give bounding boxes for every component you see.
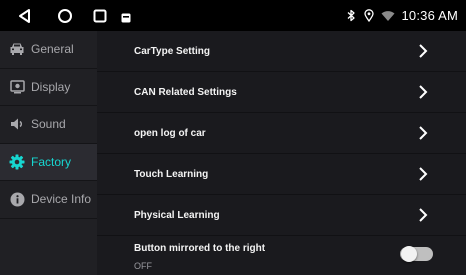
row-label: CarType Setting [134,45,210,57]
touch-learning-row[interactable]: Touch Learning [97,154,466,195]
chevron-right-icon [419,85,428,99]
sidebar-item-sound[interactable]: Sound [0,106,97,144]
sidebar-item-device-info[interactable]: Device Info [0,181,97,219]
status-icons: 10:36 AM [345,0,458,31]
sidebar-item-factory[interactable]: Factory [0,143,97,181]
toggle-knob[interactable] [401,246,417,262]
gear-icon [9,154,25,170]
status-bar: 10:36 AM [0,0,466,31]
sidebar-item-label: Device Info [31,192,92,207]
row-label: Physical Learning [134,209,220,221]
sidebar-item-general[interactable]: General [0,31,97,69]
settings-list: CarType Setting CAN Related Settings ope… [97,31,466,275]
sidebar-item-label: Factory [31,154,72,169]
toggle-label: Button mirrored to the right [134,243,266,254]
physical-learning-row[interactable]: Physical Learning [97,195,466,236]
button-mirrored-row: Button mirrored to the right OFF [97,236,466,275]
sidebar: General Display Sound Factory Device Inf… [0,31,97,275]
toggle-state-text: OFF [134,261,152,271]
notification-icon [121,10,131,23]
chevron-right-icon [419,167,428,181]
clock: 10:36 AM [401,8,458,23]
sidebar-item-display[interactable]: Display [0,69,97,106]
can-related-settings-row[interactable]: CAN Related Settings [97,72,466,113]
sidebar-item-label: General [31,42,74,57]
cartype-setting-row[interactable]: CarType Setting [97,31,466,72]
back-icon[interactable] [15,6,35,26]
sidebar-item-label: Display [31,79,71,94]
info-icon [9,191,25,207]
chevron-right-icon [419,126,428,140]
chevron-right-icon [419,208,428,222]
car-icon [9,41,25,57]
chevron-right-icon [419,44,428,58]
row-label: CAN Related Settings [134,86,237,98]
bluetooth-icon [345,9,357,23]
display-icon [9,79,25,95]
row-label: open log of car [134,127,206,139]
home-icon[interactable] [55,6,75,26]
location-icon [363,9,375,23]
open-log-row[interactable]: open log of car [97,113,466,154]
mirror-toggle-switch[interactable] [400,246,433,262]
recent-apps-icon[interactable] [90,6,110,26]
row-label: Touch Learning [134,168,209,180]
sidebar-item-label: Sound [31,117,66,132]
wifi-icon [381,9,395,23]
speaker-icon [9,116,25,132]
